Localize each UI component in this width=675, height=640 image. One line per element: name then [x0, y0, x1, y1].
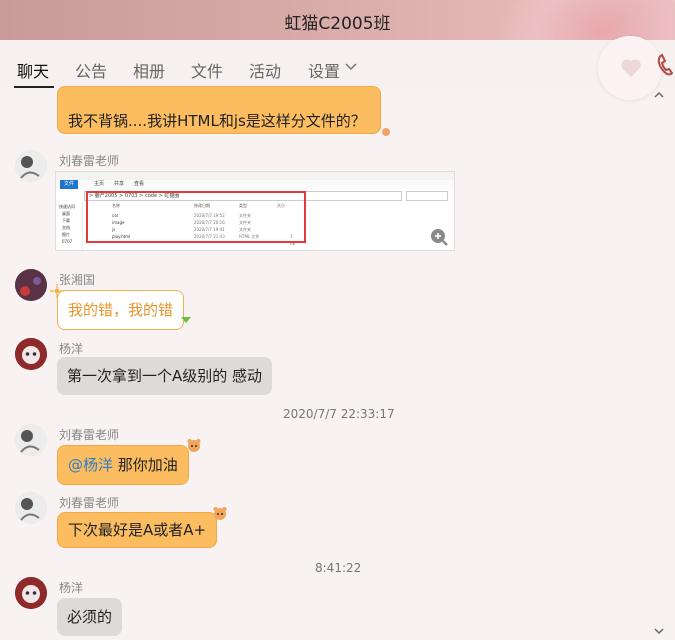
avatar[interactable]: [15, 577, 47, 609]
leaf-icon: [181, 317, 191, 323]
tab-album[interactable]: 相册: [133, 58, 165, 82]
avatar-image: [15, 150, 47, 182]
avatar[interactable]: [15, 269, 47, 301]
mention-link[interactable]: @杨洋: [68, 456, 113, 474]
sender-name: 杨洋: [59, 581, 84, 595]
tab-files[interactable]: 文件: [191, 58, 223, 82]
explorer-tab: 主页: [94, 181, 105, 187]
message-bubble: 我的错，我的错: [57, 290, 185, 330]
title-bar: 虹猫C2005班: [0, 0, 675, 146]
chevron-down-icon[interactable]: [344, 61, 358, 73]
message-bubble: 必须的: [57, 598, 123, 636]
sender-name: 刘春雷老师: [59, 496, 120, 510]
message-bubble: 我不背锅....我讲HTML和js是这样分文件的？: [57, 86, 381, 134]
message-text: 我不背锅....我讲HTML和js是这样分文件的？: [68, 112, 366, 130]
sender-name: 杨洋: [59, 342, 84, 356]
tab-settings[interactable]: 设置: [308, 58, 340, 82]
bear-icon: [213, 507, 227, 520]
message-bubble: 第一次拿到一个A级别的 感动: [57, 357, 273, 395]
avatar-image: [15, 338, 47, 370]
explorer-tab: 共享: [114, 181, 125, 187]
message-text: 第一次拿到一个A级别的 感动: [67, 367, 263, 385]
message-timestamp: 8:41:22: [315, 561, 362, 575]
highlight-box: [86, 191, 306, 243]
avatar-image: [15, 577, 47, 609]
bear-icon: [187, 439, 201, 452]
message-text: 下次最好是A或者A+: [68, 521, 207, 539]
avatar[interactable]: [15, 424, 47, 456]
tab-activity[interactable]: 活动: [249, 58, 281, 82]
tab-bar: 聊天 公告 相册 文件 活动 设置: [0, 40, 675, 88]
explorer-sidebar: 快速访问 桌面 下载 文档 图片 0707: [56, 203, 83, 250]
scroll-down-icon[interactable]: [653, 626, 665, 636]
message-bubble: @杨洋 那你加油: [57, 445, 189, 485]
sparkle-icon: [50, 284, 64, 298]
message-timestamp: 2020/7/7 22:33:17: [283, 407, 395, 421]
window-title: 虹猫C2005班: [284, 14, 391, 34]
explorer-tab: 文件: [60, 180, 79, 189]
bubble-decoration-icon: [382, 128, 390, 136]
sender-name: 张湘国: [59, 273, 96, 287]
tab-chat[interactable]: 聊天: [17, 58, 49, 82]
sender-name: 刘春雷老师: [59, 154, 120, 168]
tab-announcement[interactable]: 公告: [75, 58, 107, 82]
phone-icon[interactable]: [656, 52, 675, 78]
message-text: 我的错，我的错: [68, 301, 174, 319]
heart-icon: [621, 59, 641, 77]
sender-name: 刘春雷老师: [59, 428, 120, 442]
explorer-tab: 查看: [134, 181, 145, 187]
zoom-in-icon[interactable]: [430, 228, 448, 246]
scroll-up-icon[interactable]: [653, 90, 665, 100]
avatar-image: [15, 269, 47, 301]
avatar-image: [15, 424, 47, 456]
screenshot-image[interactable]: 文件 主页 共享 查看 > 鹿产2005 > 0703 > code > 虹猫圈…: [55, 171, 455, 251]
message-bubble: 下次最好是A或者A+: [57, 512, 218, 548]
avatar[interactable]: [15, 150, 47, 182]
avatar[interactable]: [15, 492, 47, 524]
avatar[interactable]: [15, 338, 47, 370]
avatar-image: [15, 492, 47, 524]
message-text: 必须的: [67, 608, 113, 626]
message-text: 那你加油: [113, 456, 178, 474]
